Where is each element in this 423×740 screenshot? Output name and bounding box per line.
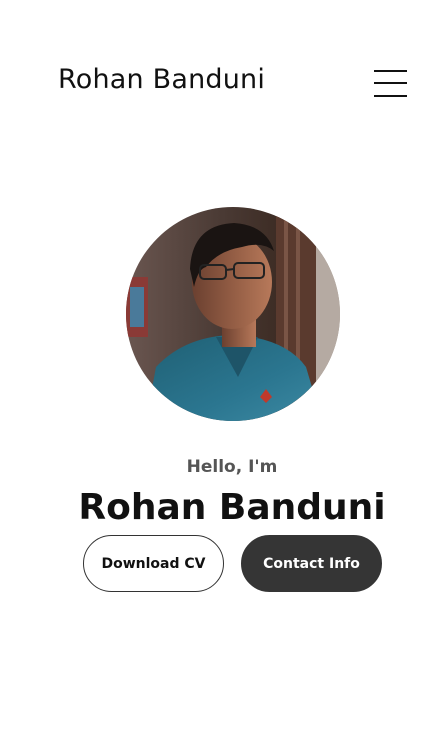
page: Rohan Banduni Hello, I'm Rohan Banduni D… (0, 0, 423, 740)
profile-name: Rohan Banduni (78, 487, 386, 528)
profile-photo-image (126, 207, 340, 421)
menu-line (374, 70, 407, 72)
menu-line (374, 82, 407, 84)
hamburger-menu-icon[interactable] (372, 69, 408, 99)
menu-line (374, 95, 407, 97)
download-cv-button[interactable]: Download CV (83, 535, 224, 592)
contact-info-button[interactable]: Contact Info (241, 535, 382, 592)
greeting-text: Hello, I'm (186, 457, 278, 477)
site-logo[interactable]: Rohan Banduni (58, 64, 265, 95)
profile-photo (126, 207, 340, 421)
